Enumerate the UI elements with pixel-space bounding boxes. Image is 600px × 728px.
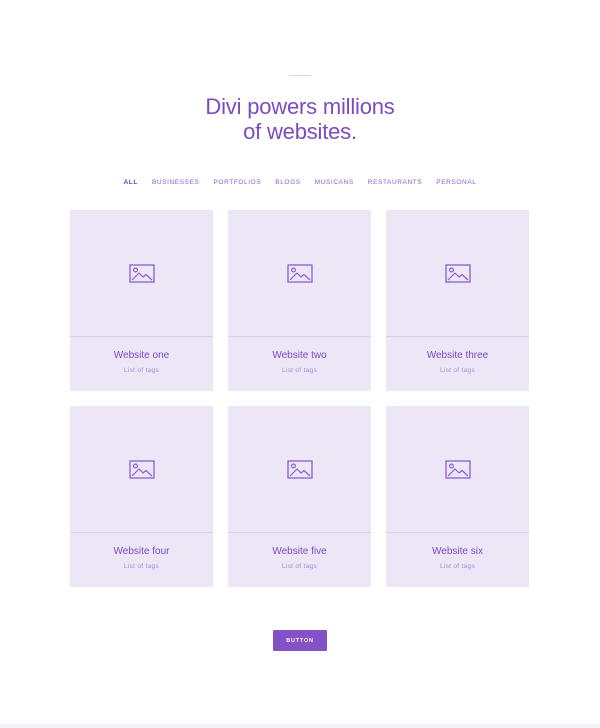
card-tags: List of tags	[123, 367, 160, 374]
card-thumbnail	[228, 406, 371, 533]
image-placeholder-icon	[444, 459, 471, 479]
image-placeholder-icon	[128, 263, 155, 283]
filter-all[interactable]: ALL	[117, 178, 145, 187]
filter-personal[interactable]: PERSONAL	[429, 178, 483, 187]
footer-strip	[0, 724, 600, 728]
card-title: Website two	[272, 350, 327, 361]
page: Divi powers millions of websites. ALL BU…	[0, 0, 600, 728]
website-card[interactable]: Website two List of tags	[228, 210, 371, 391]
card-thumbnail	[386, 210, 529, 337]
image-placeholder-icon	[444, 263, 471, 283]
filter-blogs[interactable]: BLOGS	[268, 178, 307, 187]
website-card[interactable]: Website four List of tags	[70, 406, 213, 587]
website-card[interactable]: Website six List of tags	[386, 406, 529, 587]
card-title: Website four	[113, 546, 170, 557]
image-placeholder-icon	[286, 263, 313, 283]
card-title: Website six	[432, 546, 483, 557]
section-headline: Divi powers millions of websites.	[0, 94, 600, 144]
main-button[interactable]: BUTTON	[273, 630, 327, 651]
filter-musicans[interactable]: MUSICANS	[308, 178, 361, 187]
image-placeholder-icon	[128, 459, 155, 479]
filter-businesses[interactable]: BUSINESSES	[145, 178, 207, 187]
card-thumbnail	[386, 406, 529, 533]
image-placeholder-icon	[286, 459, 313, 479]
category-filter-bar: ALL BUSINESSES PORTFOLIOS BLOGS MUSICANS…	[0, 178, 600, 187]
card-tags: List of tags	[439, 563, 476, 570]
website-grid: Website one List of tags Website two Lis…	[70, 210, 529, 587]
card-tags: List of tags	[281, 563, 318, 570]
filter-restaurants[interactable]: RESTAURANTS	[361, 178, 430, 187]
decorative-divider	[289, 75, 311, 76]
card-thumbnail	[228, 210, 371, 337]
card-title: Website one	[113, 350, 170, 361]
website-card[interactable]: Website one List of tags	[70, 210, 213, 391]
card-thumbnail	[70, 406, 213, 533]
headline-line-1: Divi powers millions	[205, 94, 395, 119]
website-card[interactable]: Website five List of tags	[228, 406, 371, 587]
headline-line-2: of websites.	[243, 119, 357, 144]
card-title: Website three	[426, 350, 489, 361]
filter-portfolios[interactable]: PORTFOLIOS	[206, 178, 268, 187]
card-title: Website five	[272, 546, 327, 557]
website-card[interactable]: Website three List of tags	[386, 210, 529, 391]
card-tags: List of tags	[123, 563, 160, 570]
card-tags: List of tags	[439, 367, 476, 374]
card-tags: List of tags	[281, 367, 318, 374]
card-thumbnail	[70, 210, 213, 337]
